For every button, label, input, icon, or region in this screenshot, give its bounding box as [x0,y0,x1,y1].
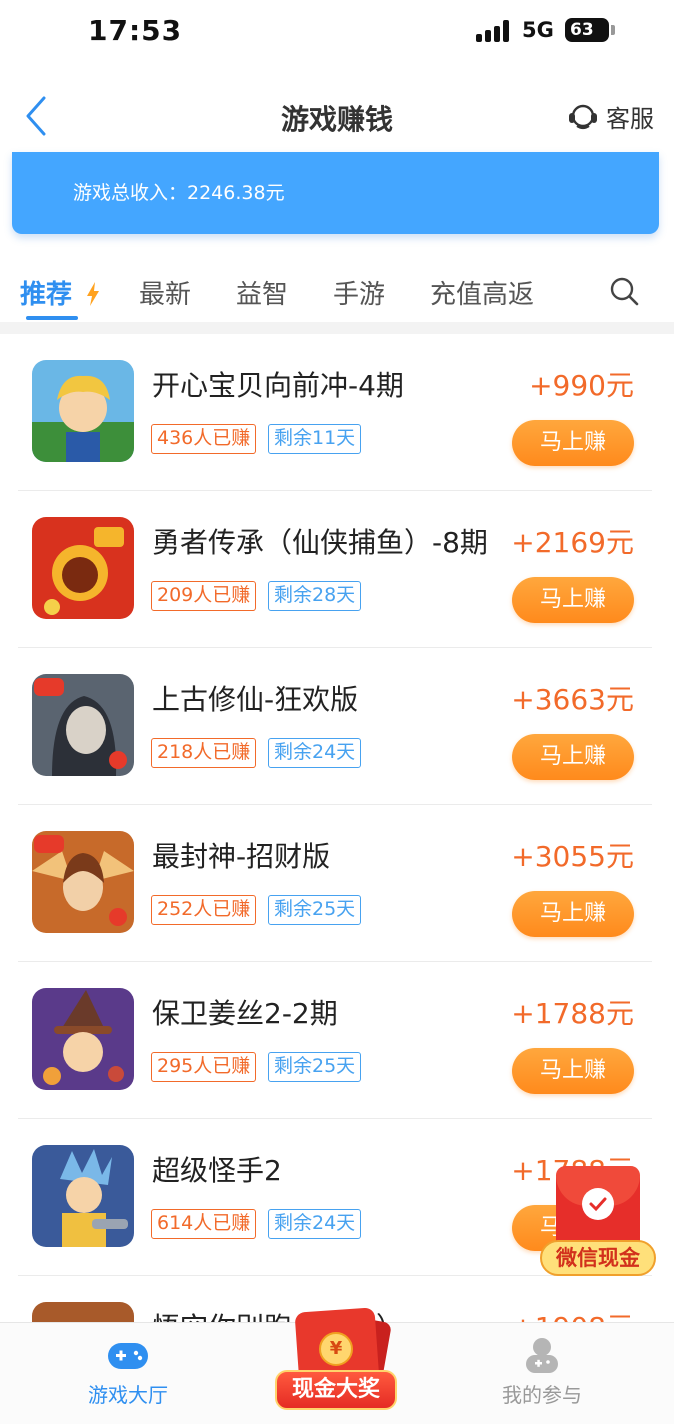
earn-now-button[interactable]: 马上赚 [512,577,634,623]
earn-now-button[interactable]: 马上赚 [512,420,634,466]
yuan-coin-icon: ¥ [319,1332,353,1366]
tab-puzzle[interactable]: 益智 [236,274,288,311]
gamepad-icon [108,1343,148,1369]
headset-icon [569,104,597,130]
bolt-icon [87,282,99,306]
battery-level: 63 [570,20,594,40]
game-row[interactable]: 勇者传承（仙侠捕鱼）-8期 +2169元 209人已赚 剩余28天 马上赚 [18,491,652,648]
category-tabs: 推荐 最新 益智 手游 充值高返 [0,262,674,322]
days-left-badge: 剩余25天 [268,1052,362,1082]
bottom-tab-label: 游戏大厅 [88,1383,168,1407]
game-row[interactable]: 开心宝贝向前冲-4期 +990元 436人已赚 剩余11天 马上赚 [18,334,652,491]
reward-amount: +2169元 [511,526,634,559]
earn-now-button[interactable]: 马上赚 [512,734,634,780]
game-name: 最封神-招财版 [152,840,331,873]
game-name: 保卫姜丝2-2期 [152,997,338,1030]
status-time: 17:53 [88,14,183,47]
game-thumbnail [32,988,134,1090]
game-thumbnail [32,360,134,462]
earn-now-button[interactable]: 马上赚 [512,1048,634,1094]
active-tab-indicator [26,316,78,320]
cash-prize-label: 现金大奖 [275,1370,397,1410]
bottom-tab-game-hall[interactable]: 游戏大厅 [78,1323,178,1408]
reward-amount: +3663元 [511,683,634,716]
tab-recommend[interactable]: 推荐 [20,274,72,311]
reward-amount: +3055元 [511,840,634,873]
game-thumbnail [32,517,134,619]
game-name: 超级怪手2 [152,1154,282,1187]
tab-recharge-rebate[interactable]: 充值高返 [430,274,534,311]
game-name: 开心宝贝向前冲-4期 [152,369,404,402]
tab-mobile-games[interactable]: 手游 [333,274,385,311]
days-left-badge: 剩余24天 [268,1209,362,1239]
wechat-cash-red-packet[interactable]: 微信现金 [540,1166,656,1282]
game-row[interactable]: 最封神-招财版 +3055元 252人已赚 剩余25天 马上赚 [18,805,652,962]
customer-service-button[interactable]: 客服 [566,98,654,134]
reward-amount: +990元 [529,369,634,402]
game-row[interactable]: 上古修仙-狂欢版 +3663元 218人已赚 剩余24天 马上赚 [18,648,652,805]
bottom-tab-cash-prize[interactable]: ¥ 现金大奖 [275,1306,397,1412]
days-left-badge: 剩余11天 [268,424,362,454]
earned-count-badge: 209人已赚 [151,581,257,611]
game-row[interactable]: 保卫姜丝2-2期 +1788元 295人已赚 剩余25天 马上赚 [18,962,652,1119]
search-icon[interactable] [609,276,639,306]
status-bar: 17:53 5G 63 [0,0,674,62]
income-banner: 游戏总收入：2246.38元 [12,152,659,234]
game-thumbnail [32,831,134,933]
earn-now-button[interactable]: 马上赚 [512,891,634,937]
days-left-badge: 剩余24天 [268,738,362,768]
bottom-tab-my-participation[interactable]: 我的参与 [492,1323,592,1408]
tabs-divider [0,322,674,334]
nav-bar: 游戏赚钱 客服 [0,80,674,152]
earned-count-badge: 218人已赚 [151,738,257,768]
battery-icon: 63 [565,18,609,42]
game-name: 上古修仙-狂欢版 [152,683,359,716]
game-thumbnail [32,674,134,776]
wechat-cash-label: 微信现金 [540,1240,656,1276]
earned-count-badge: 436人已赚 [151,424,257,454]
total-income: 游戏总收入：2246.38元 [73,182,285,204]
earned-count-badge: 295人已赚 [151,1052,257,1082]
check-coin-icon [582,1188,614,1220]
days-left-badge: 剩余25天 [268,895,362,925]
bottom-tab-label: 我的参与 [502,1383,582,1407]
days-left-badge: 剩余28天 [268,581,362,611]
signal-icon [476,20,512,42]
user-gamepad-icon [526,1338,558,1373]
earned-count-badge: 252人已赚 [151,895,257,925]
tab-newest[interactable]: 最新 [139,274,191,311]
customer-service-label: 客服 [606,104,654,133]
network-label: 5G [522,18,554,42]
reward-amount: +1788元 [511,997,634,1030]
game-thumbnail [32,1145,134,1247]
game-name: 勇者传承（仙侠捕鱼）-8期 [152,526,488,559]
earned-count-badge: 614人已赚 [151,1209,257,1239]
battery-tip [611,25,615,35]
